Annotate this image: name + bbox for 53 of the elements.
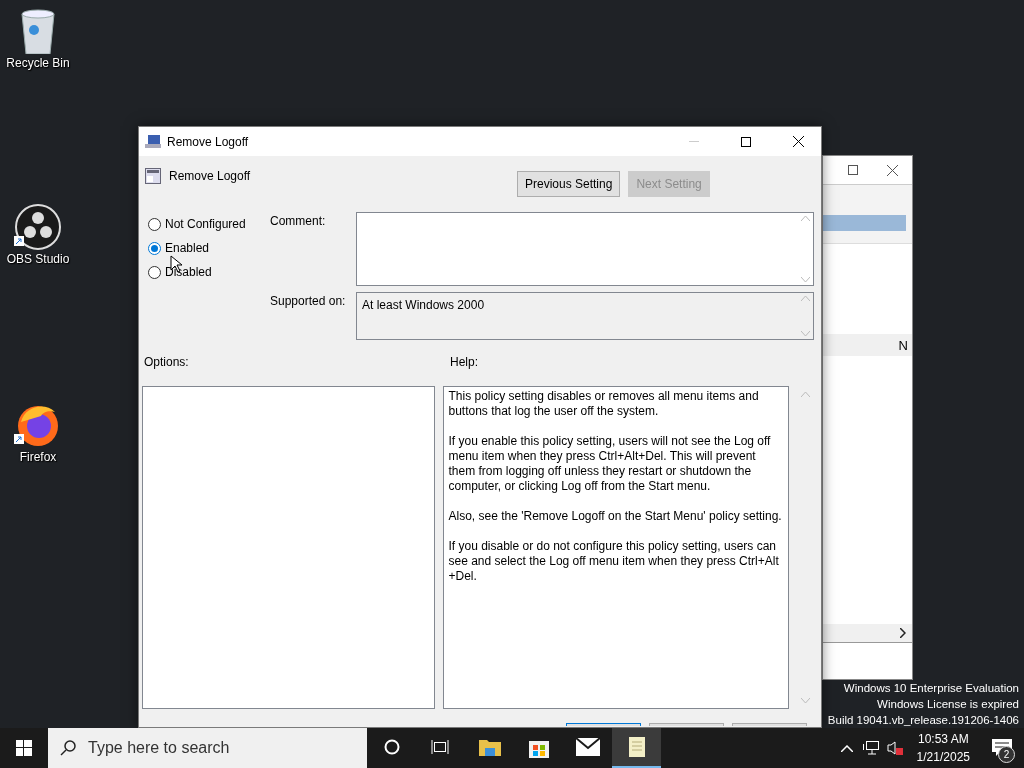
notification-count: 2 (998, 746, 1015, 763)
maximize-icon[interactable] (847, 165, 858, 175)
help-paragraph: This policy setting disables or removes all menu items and buttons that log the user off the system. (448, 389, 760, 419)
desktop-icon-label[interactable]: OBS Studio (6, 252, 70, 266)
taskbar-app-button[interactable] (612, 728, 661, 768)
policy-icon (145, 168, 161, 184)
scroll-icon (627, 736, 646, 758)
folder-icon (478, 738, 501, 756)
help-paragraph: If you disable or do not configure this policy setting, users can see and select the Log off menu item when they press Ctrl+Alt +Del. (448, 539, 780, 584)
muted-speaker-icon (886, 741, 903, 755)
supported-on-label: Supported on: (270, 293, 347, 310)
maximize-icon (741, 136, 751, 147)
notifications-button[interactable]: 2 (980, 728, 1024, 768)
window-title: Remove Logoff (167, 134, 250, 149)
radio-button[interactable] (148, 265, 161, 279)
obs-icon (15, 204, 61, 250)
task-view-icon (430, 739, 451, 755)
radio-label[interactable]: Disabled (165, 265, 212, 279)
radio-button[interactable] (148, 241, 161, 255)
desktop-icon-label[interactable]: Firefox (19, 450, 57, 464)
activation-notice-text: Build 19041.vb_release.191206-1406 (827, 713, 1019, 728)
recycle-bin-icon (18, 8, 58, 54)
column-header-text: N (898, 337, 908, 353)
help-paragraph: If you enable this policy setting, users will not see the Log off menu item when they press Ctrl+Alt+Del. This will prevent them from logging off unless they restart or shutdown the computer, or clicking Log off from the Start menu. (448, 434, 772, 494)
supported-on-value: At least Windows 2000 (361, 297, 486, 314)
setting-name: Remove Logoff (169, 169, 251, 183)
previous-setting-button[interactable]: Previous Setting (517, 171, 621, 197)
comment-label: Comment: (270, 213, 327, 230)
desktop-icon-label[interactable]: Recycle Bin (6, 56, 70, 70)
activation-notice-text: Windows License is expired (877, 697, 1019, 712)
radio-button[interactable] (148, 217, 161, 231)
scroll-right-icon[interactable] (900, 628, 906, 638)
time-text: 10:53 AM (917, 731, 969, 748)
circle-icon (383, 739, 400, 755)
minimize-icon (689, 141, 699, 142)
envelope-icon (575, 738, 600, 756)
radio-label[interactable]: Enabled (165, 241, 210, 255)
search-field[interactable]: Type here to search (48, 728, 367, 768)
network-icon (862, 741, 879, 755)
options-label: Options: (143, 355, 190, 369)
clock[interactable]: 10:53 AM 1/21/2025 (906, 730, 980, 766)
close-icon[interactable] (886, 164, 898, 176)
column-header[interactable]: N (823, 334, 912, 356)
computer-icon (145, 134, 161, 149)
close-icon (792, 136, 804, 147)
help-label: Help: (450, 355, 478, 369)
chevron-up-icon (840, 744, 853, 752)
search-icon (60, 740, 76, 756)
windows-logo-icon (16, 740, 32, 756)
date-text: 1/21/2025 (916, 749, 970, 766)
help-paragraph: Also, see the 'Remove Logoff on the Start Menu' policy setting. (448, 509, 783, 524)
activation-notice-text: Windows 10 Enterprise Evaluation (843, 681, 1019, 696)
radio-label[interactable]: Not Configured (165, 217, 246, 231)
